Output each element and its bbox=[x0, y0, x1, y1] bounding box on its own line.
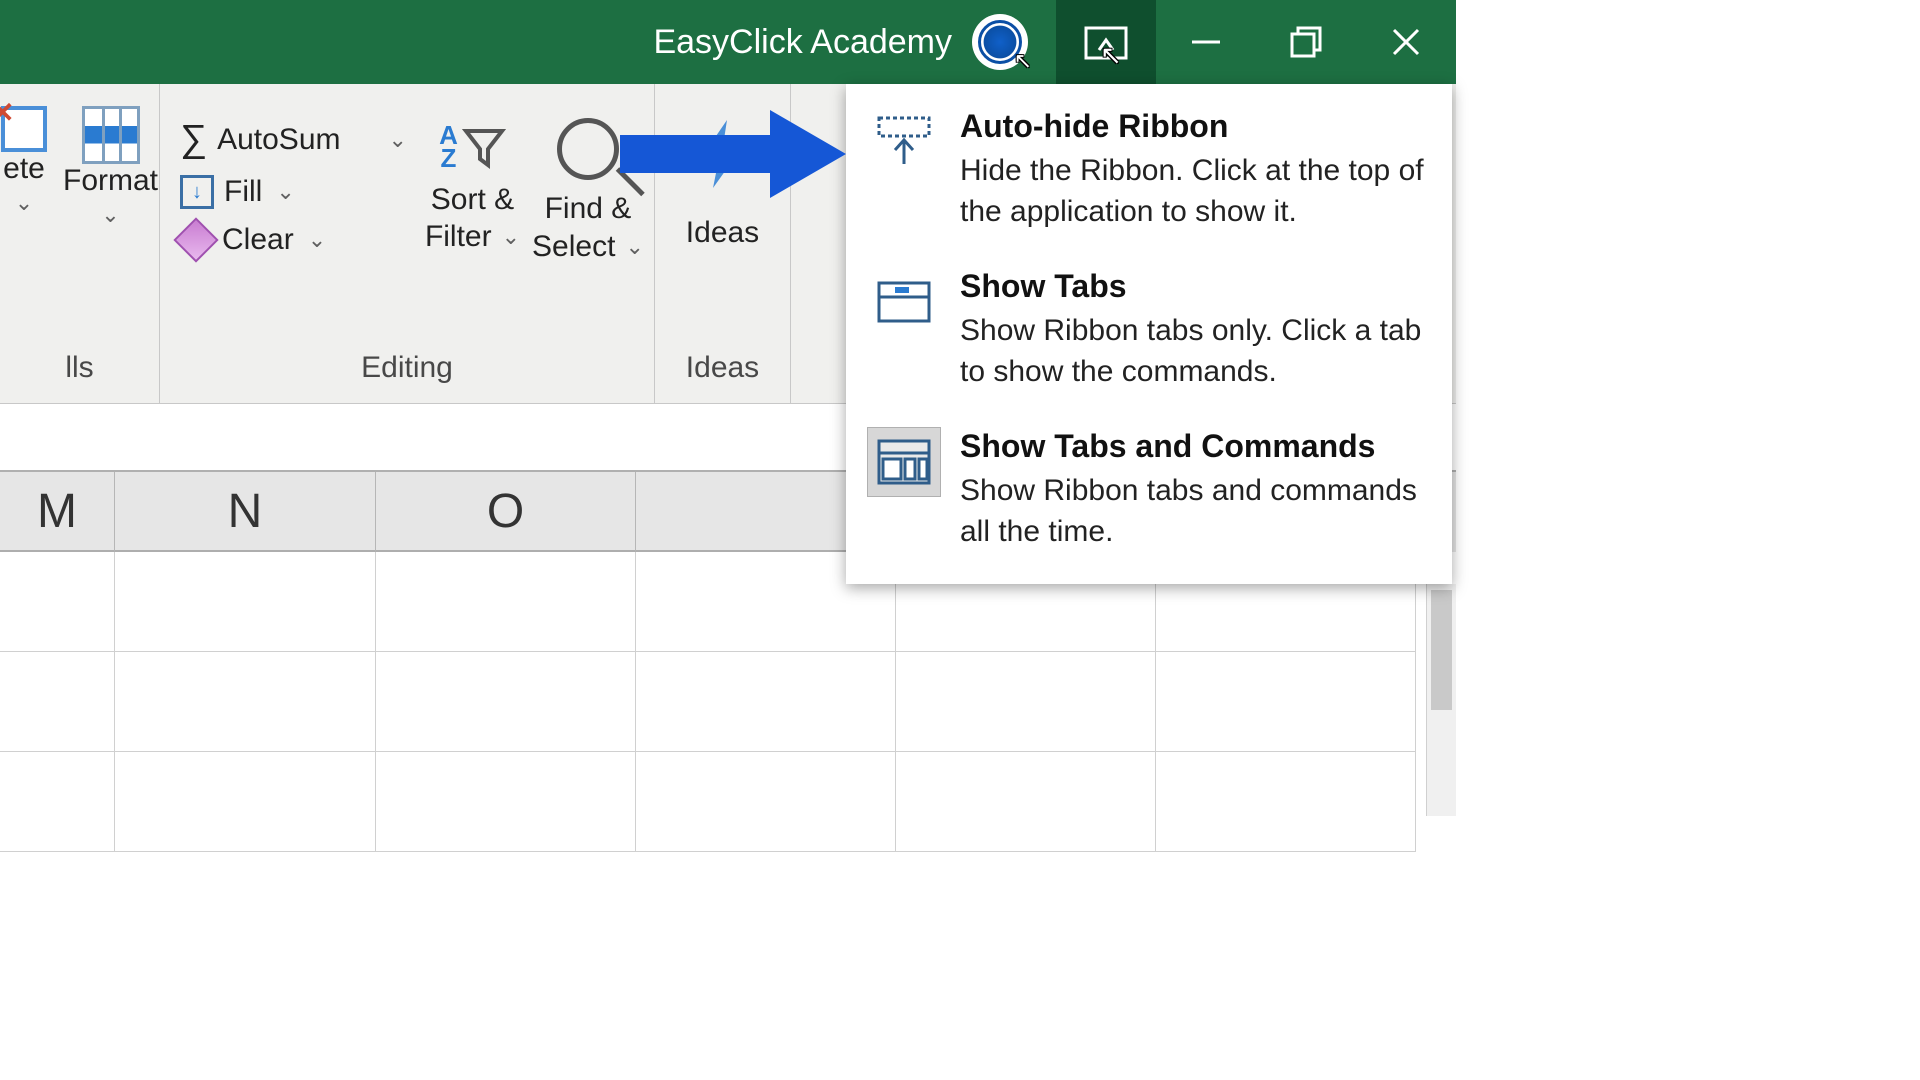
cell[interactable] bbox=[1156, 652, 1416, 752]
user-avatar[interactable]: ↖ bbox=[972, 14, 1028, 70]
window-title: EasyClick Academy bbox=[653, 23, 952, 62]
sort-filter-label-2: Filter bbox=[425, 218, 492, 256]
annotation-arrow-icon bbox=[620, 110, 850, 207]
sort-filter-button[interactable]: AZ Sort & Filter ⌄ bbox=[419, 98, 526, 256]
cell[interactable] bbox=[376, 552, 636, 652]
fill-label: Fill bbox=[224, 175, 262, 209]
group-label-editing: Editing bbox=[160, 351, 654, 385]
vertical-scrollbar[interactable] bbox=[1426, 584, 1456, 816]
table-row bbox=[0, 652, 1456, 752]
chevron-down-icon: ⌄ bbox=[276, 179, 294, 205]
chevron-down-icon: ⌄ bbox=[502, 223, 520, 251]
cell[interactable] bbox=[896, 752, 1156, 852]
maximize-button[interactable] bbox=[1256, 0, 1356, 84]
cell[interactable] bbox=[376, 652, 636, 752]
cell[interactable] bbox=[636, 752, 896, 852]
sort-filter-label-1: Sort & bbox=[431, 181, 514, 219]
sort-filter-icon: AZ bbox=[439, 124, 506, 171]
menu-item[interactable]: Show Tabs Show Ribbon tabs only. Click a … bbox=[846, 254, 1452, 414]
format-icon bbox=[82, 106, 140, 164]
showtabscmd-icon bbox=[868, 428, 940, 496]
ideas-label: Ideas bbox=[686, 214, 759, 252]
cell[interactable] bbox=[115, 552, 376, 652]
chevron-down-icon: ⌄ bbox=[389, 127, 407, 153]
find-select-label-2: Select bbox=[532, 228, 615, 266]
ribbon-group-cells: ete ⌄ Format ⌄ lls bbox=[0, 84, 160, 403]
cell[interactable] bbox=[0, 752, 115, 852]
chevron-down-icon: ⌄ bbox=[15, 190, 33, 216]
chevron-down-icon: ⌄ bbox=[625, 233, 643, 261]
magnifier-icon bbox=[557, 118, 619, 180]
ribbon-group-editing: ∑ AutoSum ⌄ ↓ Fill ⌄ Clear ⌄ AZ bbox=[160, 84, 655, 403]
clear-button[interactable]: Clear ⌄ bbox=[180, 223, 407, 257]
cell[interactable] bbox=[376, 752, 636, 852]
group-label-ideas: Ideas bbox=[655, 351, 790, 385]
format-button[interactable]: Format ⌄ bbox=[63, 106, 158, 228]
menu-item-desc: Show Ribbon tabs and commands all the ti… bbox=[960, 471, 1430, 552]
group-label-cells: lls bbox=[0, 351, 159, 385]
minimize-button[interactable] bbox=[1156, 0, 1256, 84]
cell[interactable] bbox=[0, 652, 115, 752]
cell[interactable] bbox=[115, 752, 376, 852]
menu-item-title: Auto-hide Ribbon bbox=[960, 108, 1430, 145]
cell[interactable] bbox=[1156, 752, 1416, 852]
editing-small-buttons: ∑ AutoSum ⌄ ↓ Fill ⌄ Clear ⌄ bbox=[168, 98, 419, 277]
menu-item-title: Show Tabs bbox=[960, 268, 1430, 305]
sigma-icon: ∑ bbox=[180, 118, 207, 161]
menu-item-desc: Hide the Ribbon. Click at the top of the… bbox=[960, 151, 1430, 232]
cell[interactable] bbox=[636, 652, 896, 752]
cell[interactable] bbox=[0, 552, 115, 652]
ribbon-display-options-button[interactable] bbox=[1056, 0, 1156, 84]
cell[interactable] bbox=[115, 652, 376, 752]
autohide-icon bbox=[868, 108, 940, 176]
showtabs-icon bbox=[868, 268, 940, 336]
ribbon-display-options-menu: Auto-hide Ribbon Hide the Ribbon. Click a… bbox=[846, 84, 1452, 584]
clear-label: Clear bbox=[222, 223, 294, 257]
fill-button[interactable]: ↓ Fill ⌄ bbox=[180, 175, 407, 209]
menu-item[interactable]: Show Tabs and Commands Show Ribbon tabs a… bbox=[846, 414, 1452, 574]
autosum-label: AutoSum bbox=[217, 123, 340, 157]
eraser-icon bbox=[173, 217, 218, 262]
column-header[interactable]: N bbox=[115, 472, 376, 552]
menu-item-text: Auto-hide Ribbon Hide the Ribbon. Click a… bbox=[960, 108, 1430, 232]
close-button[interactable] bbox=[1356, 0, 1456, 84]
cursor-icon: ↖ bbox=[1014, 48, 1032, 74]
column-header[interactable]: O bbox=[376, 472, 636, 552]
menu-item-desc: Show Ribbon tabs only. Click a tab to sh… bbox=[960, 311, 1430, 392]
chevron-down-icon: ⌄ bbox=[308, 227, 326, 253]
titlebar: EasyClick Academy ↖ bbox=[0, 0, 1456, 84]
menu-item-title: Show Tabs and Commands bbox=[960, 428, 1430, 465]
fill-down-icon: ↓ bbox=[180, 175, 214, 209]
autosum-button[interactable]: ∑ AutoSum ⌄ bbox=[180, 118, 407, 161]
scrollbar-thumb[interactable] bbox=[1431, 590, 1452, 710]
menu-item-text: Show Tabs and Commands Show Ribbon tabs a… bbox=[960, 428, 1430, 552]
delete-button[interactable]: ete ⌄ bbox=[1, 106, 47, 228]
delete-label: ete bbox=[3, 152, 45, 186]
delete-icon bbox=[1, 106, 47, 152]
column-header[interactable]: M bbox=[0, 472, 115, 552]
format-label: Format bbox=[63, 164, 158, 198]
cell[interactable] bbox=[896, 652, 1156, 752]
chevron-down-icon: ⌄ bbox=[101, 202, 119, 228]
menu-item[interactable]: Auto-hide Ribbon Hide the Ribbon. Click a… bbox=[846, 94, 1452, 254]
find-select-label-1: Find & bbox=[545, 190, 632, 228]
spreadsheet-grid[interactable] bbox=[0, 552, 1456, 852]
menu-item-text: Show Tabs Show Ribbon tabs only. Click a … bbox=[960, 268, 1430, 392]
table-row bbox=[0, 752, 1456, 852]
